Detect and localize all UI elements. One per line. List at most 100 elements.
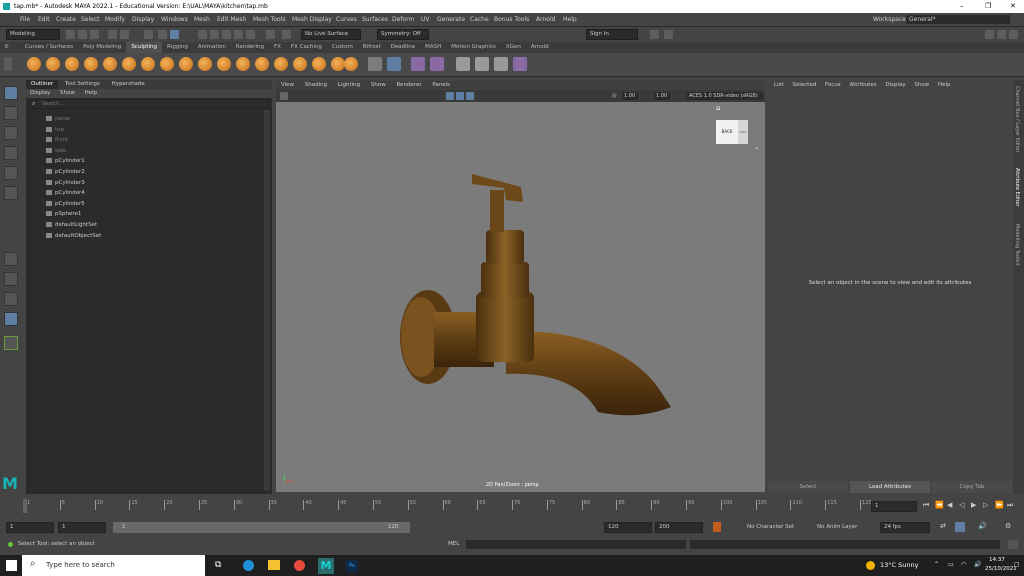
outliner-item[interactable]: pCylinder4: [46, 189, 85, 198]
shelf-tab-rendering[interactable]: Rendering: [231, 42, 269, 53]
menu-item-2[interactable]: Create: [56, 13, 76, 26]
playback-start-field[interactable]: 1: [58, 522, 106, 533]
shelf-tab-curves-surfaces[interactable]: Curves / Surfaces: [20, 42, 78, 53]
mask-brush-icon[interactable]: [411, 57, 425, 71]
outliner-item[interactable]: persp: [46, 115, 71, 124]
go-to-start-icon[interactable]: ⏮: [923, 501, 929, 510]
scrape-tool-icon[interactable]: [236, 57, 250, 71]
outliner-search-input[interactable]: Search...: [29, 99, 269, 109]
exposure-field[interactable]: 1.00: [622, 92, 638, 100]
scale-tool-icon[interactable]: [4, 186, 18, 200]
workspace-dropdown[interactable]: General*: [906, 15, 1010, 24]
tab-tool-settings[interactable]: Tool Settings: [60, 80, 105, 89]
maya-taskbar-icon[interactable]: M: [318, 558, 334, 574]
command-line-input[interactable]: [466, 540, 686, 549]
vp-menu-shading[interactable]: Shading: [305, 82, 327, 88]
play-forward-icon[interactable]: ▶: [971, 501, 976, 509]
layer-brush-icon[interactable]: [430, 57, 444, 71]
clock-time[interactable]: 14:37: [989, 557, 1005, 563]
shelf-tab-animation[interactable]: Animation: [193, 42, 231, 53]
layout-panel-icon[interactable]: [985, 30, 994, 39]
view-cube-home-icon[interactable]: ⌂: [716, 104, 720, 112]
view-cube-back-face[interactable]: BACK: [716, 120, 738, 144]
rotate-tool-icon[interactable]: [4, 166, 18, 180]
shelf-tab-fx-caching[interactable]: FX Caching: [286, 42, 327, 53]
menu-item-15[interactable]: Generate: [437, 13, 465, 26]
taskbar-search-input[interactable]: Type here to search: [22, 555, 205, 576]
two-view-icon[interactable]: [4, 292, 18, 306]
outliner-item[interactable]: pCylinder2: [46, 168, 85, 177]
maximize-button[interactable]: ❐: [985, 0, 991, 13]
attr-menu-show[interactable]: Show: [914, 82, 929, 88]
shelf-tab-sculpting[interactable]: Sculpting: [126, 42, 162, 53]
exposure-icon[interactable]: ☼: [611, 92, 617, 100]
sign-in-dropdown[interactable]: Sign In: [586, 29, 638, 40]
outliner-item[interactable]: defaultLightSet: [46, 221, 97, 230]
menu-item-3[interactable]: Select: [81, 13, 100, 26]
minimize-button[interactable]: –: [960, 0, 964, 13]
grid-brush-icon[interactable]: [387, 57, 401, 71]
snap-curve-icon[interactable]: [210, 30, 219, 39]
menu-item-13[interactable]: Deform: [392, 13, 414, 26]
pinch-tool-icon[interactable]: [103, 57, 117, 71]
shelf-tab-xgen[interactable]: XGen: [501, 42, 526, 53]
outliner-item[interactable]: pCylinder5: [46, 200, 85, 209]
loop-icon[interactable]: ⇄: [940, 522, 946, 530]
copy-tab-button[interactable]: Copy Tab: [932, 481, 1012, 493]
network-icon[interactable]: ▭: [948, 561, 954, 568]
magnify-icon[interactable]: [4, 336, 18, 350]
sound-icon[interactable]: 🔊: [978, 522, 987, 530]
step-back-frame-icon[interactable]: ◀: [947, 501, 952, 509]
select-component-icon[interactable]: [170, 30, 179, 39]
anim-layer-dropdown[interactable]: No Anim Layer: [817, 524, 857, 530]
snap-surface-icon[interactable]: [246, 30, 255, 39]
menu-item-19[interactable]: Help: [563, 13, 577, 26]
menu-item-17[interactable]: Bonus Tools: [494, 13, 529, 26]
tab-hypershade[interactable]: Hypershade: [107, 80, 150, 89]
outliner-item[interactable]: pCylinder1: [46, 157, 85, 166]
clock-date[interactable]: 25/10/2021: [985, 566, 1017, 572]
attr-menu-help[interactable]: Help: [938, 82, 951, 88]
3d-viewport[interactable]: BACK LEFT ⌂ ⌄ 2D Pan/Zoom : persp: [276, 102, 765, 492]
shelf-tab-poly-modeling[interactable]: Poly Modeling: [78, 42, 126, 53]
shelf-tab-fx[interactable]: FX: [269, 42, 286, 53]
playback-end-field[interactable]: 120: [604, 522, 652, 533]
anim-start-field[interactable]: 1: [6, 522, 54, 533]
live-surface-field[interactable]: No Live Surface: [301, 29, 361, 40]
notification-icon[interactable]: ▢: [1014, 561, 1020, 568]
bulge-tool-icon[interactable]: [312, 57, 326, 71]
attr-menu-display[interactable]: Display: [885, 82, 905, 88]
fps-dropdown[interactable]: 24 fps: [880, 522, 930, 533]
history-icon[interactable]: [266, 30, 275, 39]
snap-grid-icon[interactable]: [198, 30, 207, 39]
four-view-icon[interactable]: [4, 272, 18, 286]
attr-menu-attributes[interactable]: Attributes: [849, 82, 876, 88]
range-slider[interactable]: [113, 522, 410, 533]
shelf-tab-arnold[interactable]: Arnold: [526, 42, 554, 53]
outliner-item[interactable]: pCylinder3: [46, 179, 85, 188]
wireframe-icon[interactable]: [446, 92, 454, 100]
file-explorer-icon[interactable]: [268, 560, 280, 570]
mode-dropdown[interactable]: Modeling: [6, 29, 60, 40]
render-icon[interactable]: [650, 30, 659, 39]
menu-item-0[interactable]: File: [20, 13, 30, 26]
photoshop-taskbar-icon[interactable]: Ps: [346, 560, 358, 572]
menu-item-11[interactable]: Curves: [336, 13, 357, 26]
smooth-shade-icon[interactable]: [456, 92, 464, 100]
tray-chevron-icon[interactable]: ⌃: [934, 561, 939, 568]
close-button[interactable]: ✕: [1010, 0, 1016, 13]
outliner-item[interactable]: top: [46, 126, 64, 135]
auto-key-icon[interactable]: [955, 522, 965, 532]
save-scene-icon[interactable]: [90, 30, 99, 39]
task-view-icon[interactable]: ⧉: [215, 560, 221, 570]
menu-item-8[interactable]: Edit Mesh: [217, 13, 246, 26]
character-set-icon[interactable]: [713, 522, 721, 532]
smear-tool-icon[interactable]: [293, 57, 307, 71]
vp-menu-view[interactable]: View: [281, 82, 294, 88]
select-tool-icon[interactable]: [4, 86, 18, 100]
menu-item-7[interactable]: Mesh: [194, 13, 210, 26]
chrome-browser-icon[interactable]: [294, 560, 305, 571]
toggle-attribute-editor-icon[interactable]: [1009, 30, 1018, 39]
shelf-tab-motion-graphics[interactable]: Motion Graphics: [446, 42, 501, 53]
vp-menu-panels[interactable]: Panels: [432, 82, 450, 88]
